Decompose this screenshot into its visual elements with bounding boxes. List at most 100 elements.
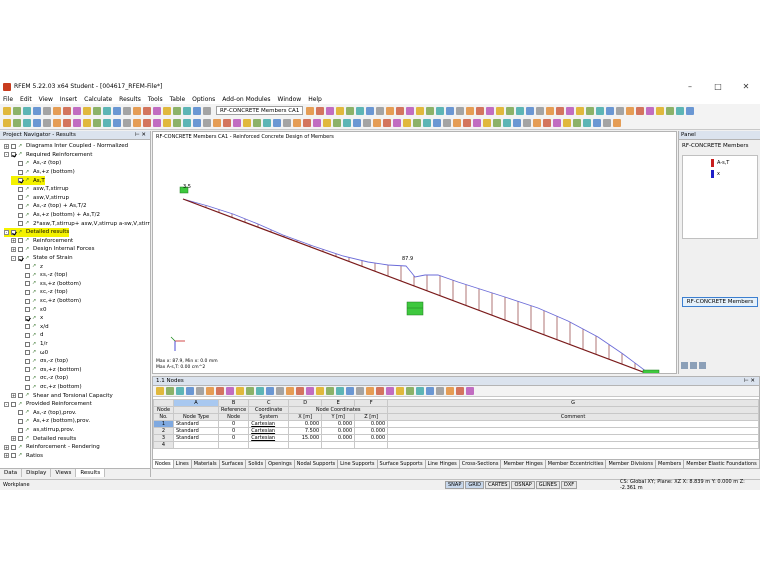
- sheet-tab[interactable]: Member Eccentricities: [546, 460, 607, 468]
- toolbar-icon[interactable]: [486, 106, 495, 115]
- checkbox[interactable]: [18, 203, 23, 209]
- toolbar-icon[interactable]: [593, 119, 601, 127]
- toolbar-icon[interactable]: [63, 106, 71, 115]
- toolbar-icon[interactable]: [3, 119, 11, 127]
- table-row[interactable]: 3 Standard 0 Cartesian 15.000 0.000 0.000: [153, 434, 759, 442]
- toolbar-icon[interactable]: [263, 119, 271, 127]
- sheet-tab[interactable]: Line Supports: [338, 460, 378, 468]
- tree-item[interactable]: ↗ εc,-z (top): [18, 288, 68, 297]
- tree-item[interactable]: ↗ As,T: [11, 176, 45, 185]
- maximize-icon[interactable]: □: [704, 79, 732, 94]
- expand-toggle-icon[interactable]: +: [11, 246, 16, 252]
- toolbar-icon[interactable]: [276, 387, 284, 395]
- toolbar-icon[interactable]: [53, 119, 61, 127]
- sheet-tab[interactable]: Lines: [174, 460, 192, 468]
- panel-tool-icon[interactable]: [681, 362, 688, 369]
- cell-type[interactable]: [173, 441, 219, 449]
- toolbar-icon[interactable]: [523, 119, 531, 127]
- checkbox[interactable]: [25, 332, 30, 338]
- toolbar-icon[interactable]: [423, 119, 431, 127]
- toolbar-icon[interactable]: [93, 119, 101, 127]
- toolbar-icon[interactable]: [143, 119, 151, 127]
- cell-z[interactable]: 0.000: [354, 434, 389, 442]
- toolbar-icon[interactable]: [163, 119, 171, 127]
- tree-item[interactable]: ↗ σs,+z (bottom): [18, 366, 82, 375]
- cell-comment[interactable]: [387, 434, 759, 442]
- toolbar-icon[interactable]: [153, 106, 161, 115]
- toolbar-icon[interactable]: [293, 119, 301, 127]
- toolbar-icon[interactable]: [33, 106, 41, 115]
- sheet-tab[interactable]: Member Elastic Foundations: [684, 460, 759, 468]
- toolbar-icon[interactable]: [386, 106, 395, 115]
- column-letter[interactable]: D: [288, 399, 323, 407]
- module-combo[interactable]: RF-CONCRETE Members CA1: [216, 106, 304, 115]
- toolbar-icon[interactable]: [576, 106, 585, 115]
- toolbar-icon[interactable]: [473, 119, 481, 127]
- toolbar-icon[interactable]: [176, 387, 184, 395]
- checkbox[interactable]: [18, 195, 23, 201]
- toolbar-icon[interactable]: [583, 119, 591, 127]
- sheet-tab[interactable]: Surface Supports: [378, 460, 426, 468]
- tree-item[interactable]: ↗ σc,+z (bottom): [18, 383, 82, 392]
- tree-item[interactable]: ↗ asw,T,stirrup: [11, 185, 69, 194]
- expand-toggle-icon[interactable]: -: [11, 255, 16, 261]
- toolbar-icon[interactable]: [266, 387, 274, 395]
- toolbar-icon[interactable]: [383, 119, 391, 127]
- toolbar-icon[interactable]: [556, 106, 565, 115]
- cell-x[interactable]: 7.500: [288, 427, 323, 435]
- toolbar-icon[interactable]: [446, 106, 455, 115]
- toolbar-icon[interactable]: [256, 387, 264, 395]
- toolbar-icon[interactable]: [253, 119, 261, 127]
- toolbar-icon[interactable]: [546, 106, 555, 115]
- cell-y[interactable]: 0.000: [321, 427, 356, 435]
- tree-item[interactable]: ↗ As,-z (top): [11, 159, 61, 168]
- toolbar-icon[interactable]: [113, 106, 121, 115]
- status-toggle[interactable]: DXF: [560, 481, 578, 489]
- cell-ref[interactable]: 0: [217, 420, 250, 428]
- toolbar-icon[interactable]: [666, 106, 675, 115]
- toolbar-icon[interactable]: [456, 387, 464, 395]
- toolbar-icon[interactable]: [246, 387, 254, 395]
- checkbox[interactable]: [11, 143, 16, 149]
- sheet-tab[interactable]: Nodal Supports: [295, 460, 339, 468]
- toolbar-icon[interactable]: [533, 119, 541, 127]
- toolbar-icon[interactable]: [306, 387, 314, 395]
- toolbar-icon[interactable]: [603, 119, 611, 127]
- checkbox[interactable]: [18, 212, 23, 218]
- toolbar-icon[interactable]: [316, 387, 324, 395]
- toolbar-icon[interactable]: [123, 119, 131, 127]
- checkbox[interactable]: [18, 221, 23, 227]
- checkbox[interactable]: [18, 393, 23, 399]
- toolbar-icon[interactable]: [203, 106, 211, 115]
- menu-item[interactable]: Options: [192, 96, 215, 103]
- toolbar-icon[interactable]: [503, 119, 511, 127]
- tree-item[interactable]: ↗ As,+z (bottom),prov.: [11, 417, 90, 426]
- checkbox[interactable]: [25, 367, 30, 373]
- toolbar-icon[interactable]: [143, 106, 151, 115]
- sheet-tab[interactable]: Surfaces: [220, 460, 247, 468]
- toolbar-icon[interactable]: [376, 387, 384, 395]
- sheet-tab[interactable]: Openings: [266, 460, 295, 468]
- toolbar-icon[interactable]: [413, 119, 421, 127]
- tree-item[interactable]: + ↗ Reinforcement: [11, 237, 73, 246]
- toolbar-icon[interactable]: [63, 119, 71, 127]
- tree-item[interactable]: + ↗ Ratios: [4, 452, 43, 461]
- toolbar-icon[interactable]: [426, 387, 434, 395]
- expand-toggle-icon[interactable]: +: [4, 444, 9, 450]
- checkbox[interactable]: [18, 246, 23, 252]
- checkbox[interactable]: [11, 453, 16, 459]
- sheet-tab[interactable]: Solids: [246, 460, 267, 468]
- table-row[interactable]: 2 Standard 0 Cartesian 7.500 0.000 0.000: [153, 427, 759, 435]
- toolbar-icon[interactable]: [156, 387, 164, 395]
- toolbar-icon[interactable]: [226, 387, 234, 395]
- toolbar-icon[interactable]: [13, 119, 21, 127]
- tree-item[interactable]: ↗ z: [18, 262, 43, 271]
- toolbar-icon[interactable]: [596, 106, 605, 115]
- tree-item[interactable]: ↗ as,stirrup,prov.: [11, 426, 74, 435]
- toolbar-icon[interactable]: [426, 106, 435, 115]
- toolbar-icon[interactable]: [613, 119, 621, 127]
- menu-item[interactable]: View: [39, 96, 53, 103]
- cell-x[interactable]: 15.000: [288, 434, 323, 442]
- toolbar-icon[interactable]: [483, 119, 491, 127]
- toolbar-icon[interactable]: [493, 119, 501, 127]
